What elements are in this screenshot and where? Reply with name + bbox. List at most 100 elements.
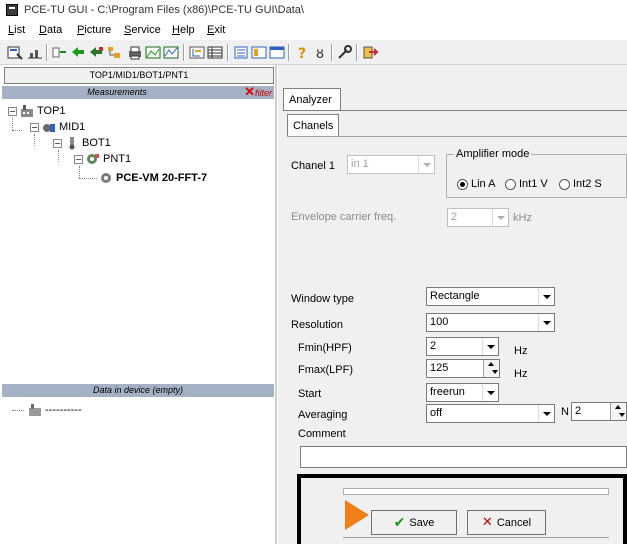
tab-chanels[interactable]: Chanels — [287, 114, 339, 136]
collapse-icon[interactable]: − — [30, 122, 39, 132]
envelope-select[interactable]: 2 — [447, 208, 509, 227]
device-data-header: Data in device (empty) — [2, 384, 274, 397]
point-icon — [87, 154, 99, 164]
tree-node-top1[interactable]: − TOP1 — [8, 104, 66, 118]
chevron-down-icon — [418, 156, 434, 173]
radio-lin-a[interactable]: Lin A — [457, 178, 495, 190]
pointer-arrow-icon — [345, 500, 369, 530]
averaging-label: Averaging — [298, 409, 348, 421]
fmin-unit: Hz — [514, 345, 528, 357]
fmax-label: Fmax(LPF) — [298, 364, 353, 376]
collapse-icon[interactable]: − — [53, 138, 62, 148]
list-item[interactable]: ---------- — [28, 403, 82, 417]
sensor-icon — [69, 137, 75, 150]
resolution-select[interactable]: 100 — [426, 313, 555, 332]
properties-icon[interactable] — [6, 44, 24, 61]
edit-icon[interactable] — [87, 44, 105, 61]
chevron-down-icon — [538, 405, 554, 422]
window-title: PCE-TU GUI - C:\Program Files (x86)\PCE-… — [24, 4, 304, 16]
measurements-title: Measurements — [87, 87, 147, 97]
radio-int2-s[interactable]: Int2 S — [559, 178, 602, 190]
about-icon[interactable]: ȣ — [311, 44, 329, 61]
print-icon[interactable] — [126, 44, 144, 61]
n-label: N — [561, 406, 569, 418]
factory-icon — [21, 105, 33, 117]
menu-service[interactable]: Service — [124, 24, 161, 36]
envelope-label: Envelope carrier freq. — [291, 211, 397, 223]
chevron-down-icon — [482, 338, 498, 355]
app-icon — [6, 4, 18, 16]
tree-node-bot1[interactable]: − BOT1 — [53, 136, 111, 150]
machine-icon — [43, 124, 55, 132]
layout-icon[interactable] — [250, 44, 268, 61]
svg-text:?: ? — [298, 46, 306, 61]
amplifier-mode-label: Amplifier mode — [454, 148, 532, 160]
table-icon[interactable] — [206, 44, 224, 61]
fmax-unit: Hz — [514, 368, 528, 380]
close-icon: ✕ — [244, 84, 255, 99]
list-icon[interactable] — [232, 44, 250, 61]
fmin-label: Fmin(HPF) — [298, 342, 352, 354]
amplifier-mode-group — [446, 154, 627, 198]
tree-icon[interactable] — [105, 44, 123, 61]
collapse-icon[interactable]: − — [8, 106, 17, 116]
start-label: Start — [298, 388, 322, 400]
path-breadcrumb: TOP1/MID1/BOT1/PNT1 — [4, 67, 274, 84]
close-icon: ✕ — [481, 515, 493, 530]
menu-data[interactable]: Data — [39, 24, 62, 36]
comment-label: Comment — [298, 428, 346, 440]
spin-arrows-icon[interactable] — [483, 360, 499, 377]
svg-text:ȣ: ȣ — [316, 47, 324, 61]
structure-icon[interactable] — [188, 44, 206, 61]
collapse-icon[interactable]: − — [74, 154, 83, 164]
menu-list[interactable]: List — [8, 24, 25, 36]
spin-arrows-icon[interactable] — [610, 403, 626, 420]
gear-icon — [101, 173, 111, 183]
chevron-down-icon — [538, 314, 554, 331]
n-stepper[interactable]: 2 — [571, 402, 627, 421]
menu-picture[interactable]: Picture — [77, 24, 111, 36]
start-select[interactable]: freerun — [426, 383, 499, 402]
save-button[interactable]: ✔ Save — [371, 510, 457, 535]
progress-bar — [343, 488, 609, 495]
fmax-stepper[interactable]: 125 — [426, 359, 500, 378]
menu-bar: List Data Picture Service Help Exit — [0, 22, 627, 40]
window-type-select[interactable]: Rectangle — [426, 287, 555, 306]
chevron-down-icon — [492, 209, 508, 226]
menu-exit[interactable]: Exit — [207, 24, 225, 36]
fmin-select[interactable]: 2 — [426, 337, 499, 356]
averaging-select[interactable]: off — [426, 404, 555, 423]
exit-icon[interactable] — [361, 44, 379, 61]
resolution-label: Resolution — [291, 319, 343, 331]
cancel-button[interactable]: ✕ Cancel — [467, 510, 546, 535]
chanel-label: Chanel 1 — [291, 160, 336, 172]
help-icon[interactable]: ? — [293, 44, 311, 61]
device-data-list: ---------- — [2, 397, 274, 544]
import-icon[interactable] — [51, 44, 69, 61]
add-green-icon[interactable] — [69, 44, 87, 61]
image-icon[interactable] — [144, 44, 162, 61]
chevron-down-icon — [482, 384, 498, 401]
tree-node-mid1[interactable]: − MID1 — [30, 120, 85, 134]
chevron-down-icon — [538, 288, 554, 305]
comment-input[interactable] — [300, 446, 627, 468]
tab-analyzer[interactable]: Analyzer — [283, 88, 341, 110]
tree-node-device[interactable]: PCE-VM 20-FFT-7 — [99, 171, 207, 185]
chanel-select[interactable]: in 1 — [347, 155, 435, 174]
measurements-header: Measurements ✕filter — [2, 84, 274, 100]
title-bar: PCE-TU GUI - C:\Program Files (x86)\PCE-… — [0, 0, 627, 22]
envelope-unit: kHz — [513, 212, 532, 224]
window-icon[interactable] — [268, 44, 286, 61]
panel-splitter[interactable] — [275, 65, 277, 544]
menu-help[interactable]: Help — [172, 24, 195, 36]
filter-button[interactable]: ✕filter — [244, 84, 272, 100]
checkmark-icon: ✔ — [393, 514, 406, 531]
radio-int1-v[interactable]: Int1 V — [505, 178, 548, 190]
factory-icon — [29, 404, 41, 416]
chart-small-icon[interactable] — [26, 44, 44, 61]
window-type-label: Window type — [291, 293, 354, 305]
graph-icon[interactable] — [162, 44, 180, 61]
toolbar: ? ȣ — [0, 40, 627, 65]
tools-icon[interactable] — [336, 44, 354, 61]
tree-node-pnt1[interactable]: − PNT1 — [74, 152, 131, 166]
